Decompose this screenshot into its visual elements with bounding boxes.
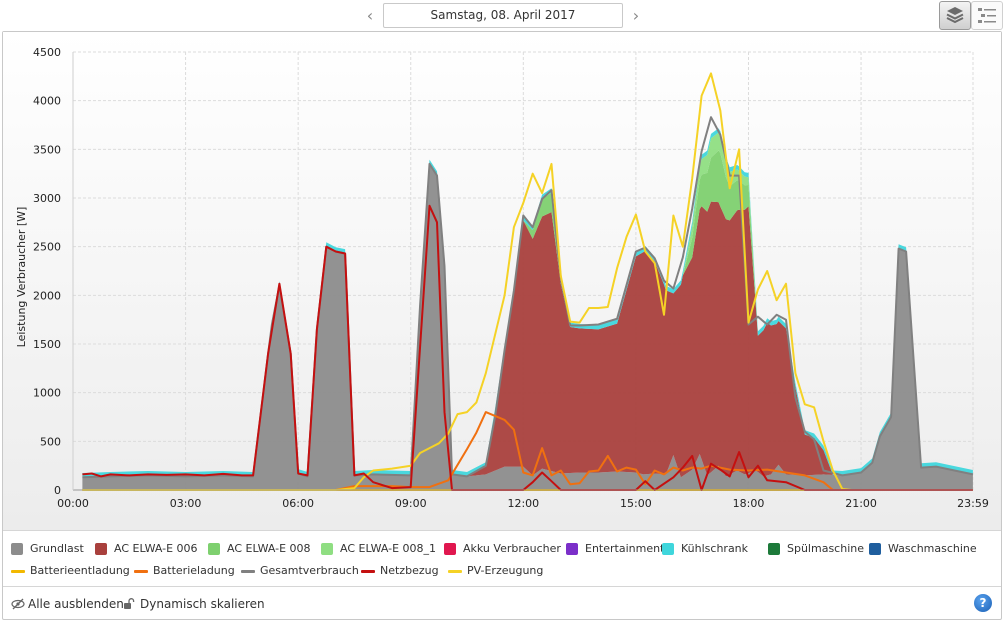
chart-legend: Grundlast AC ELWA-E 006 AC ELWA-E 008 AC EL…: [3, 530, 1001, 587]
legend-label: Batterieladung: [153, 564, 235, 577]
y-tick-label: 2000: [33, 289, 61, 302]
y-axis-label: Leistung Verbraucher [W]: [15, 207, 28, 348]
legend-swatch: [566, 543, 578, 555]
legend-label: Waschmaschine: [888, 542, 977, 555]
legend-swatch: [444, 543, 456, 555]
date-display[interactable]: Samstag, 08. April 2017: [383, 3, 623, 28]
legend-label: Batterieentladung: [30, 564, 130, 577]
legend-swatch: [321, 543, 333, 555]
y-tick-label: 3000: [33, 192, 61, 205]
y-tick-label: 4500: [33, 46, 61, 59]
legend-label: AC ELWA-E 006: [114, 542, 198, 555]
y-tick-label: 500: [40, 435, 61, 448]
power-chart: 0 500 1000 1500 2000 2500 3000 3500 4000 4500 00:0…: [3, 32, 1001, 530]
y-tick-label: 1500: [33, 338, 61, 351]
legend-swatch: [11, 543, 23, 555]
legend-swatch: [869, 543, 881, 555]
x-tick-label: 15:00: [620, 497, 652, 510]
x-tick-label: 21:00: [845, 497, 877, 510]
x-tick-label: 00:00: [57, 497, 89, 510]
stacked-view-button[interactable]: [939, 1, 971, 30]
legend-label: Spülmaschine: [787, 542, 864, 555]
hide-all-label: Alle ausblenden: [28, 597, 124, 611]
legend-label: Kühlschrank: [681, 542, 749, 555]
legend-swatch: [134, 570, 148, 573]
legend-swatch: [241, 570, 255, 573]
lock-open-icon: [124, 598, 135, 609]
legend-label: Entertainment: [585, 542, 665, 555]
help-icon[interactable]: ?: [974, 594, 992, 612]
layers-icon: [946, 7, 964, 24]
legend-swatch: [95, 543, 107, 555]
x-tick-label: 09:00: [395, 497, 427, 510]
legend-swatch: [448, 570, 462, 573]
legend-label: AC ELWA-E 008_1: [340, 542, 437, 555]
legend-swatch: [11, 570, 25, 573]
chevron-right-icon[interactable]: ›: [628, 6, 644, 26]
x-tick-label: 18:00: [733, 497, 765, 510]
y-tick-label: 3500: [33, 143, 61, 156]
y-tick-label: 1000: [33, 387, 61, 400]
eye-crossed-icon: [11, 598, 25, 610]
legend-swatch: [768, 543, 780, 555]
legend-label: Akku Verbraucher: [463, 542, 561, 555]
legend-swatch: [208, 543, 220, 555]
legend-label: Grundlast: [30, 542, 84, 555]
x-tick-label: 03:00: [170, 497, 202, 510]
legend-swatch: [361, 570, 375, 573]
chart-panel: 0 500 1000 1500 2000 2500 3000 3500 4000 4500 00:0…: [2, 31, 1002, 620]
chart-footer: Alle ausblenden Dynamisch skalieren ?: [3, 586, 1001, 620]
chevron-left-icon[interactable]: ‹: [362, 6, 378, 26]
x-tick-label: 06:00: [282, 497, 314, 510]
legend-toggle-button[interactable]: [971, 1, 1003, 30]
dynamic-scale-label: Dynamisch skalieren: [140, 597, 265, 611]
legend-label: Netzbezug: [380, 564, 439, 577]
legend-label: PV-Erzeugung: [467, 564, 544, 577]
x-tick-label: 23:59: [957, 497, 989, 510]
legend-swatch: [662, 543, 674, 555]
legend-label: Gesamtverbrauch: [260, 564, 359, 577]
y-tick-label: 2500: [33, 241, 61, 254]
y-tick-label: 4000: [33, 95, 61, 108]
x-tick-label: 12:00: [507, 497, 539, 510]
legend-list-icon: [978, 8, 996, 23]
legend-label: AC ELWA-E 008: [227, 542, 311, 555]
y-tick-label: 0: [54, 484, 61, 497]
date-navigation: ‹ Samstag, 08. April 2017 ›: [0, 0, 1004, 32]
